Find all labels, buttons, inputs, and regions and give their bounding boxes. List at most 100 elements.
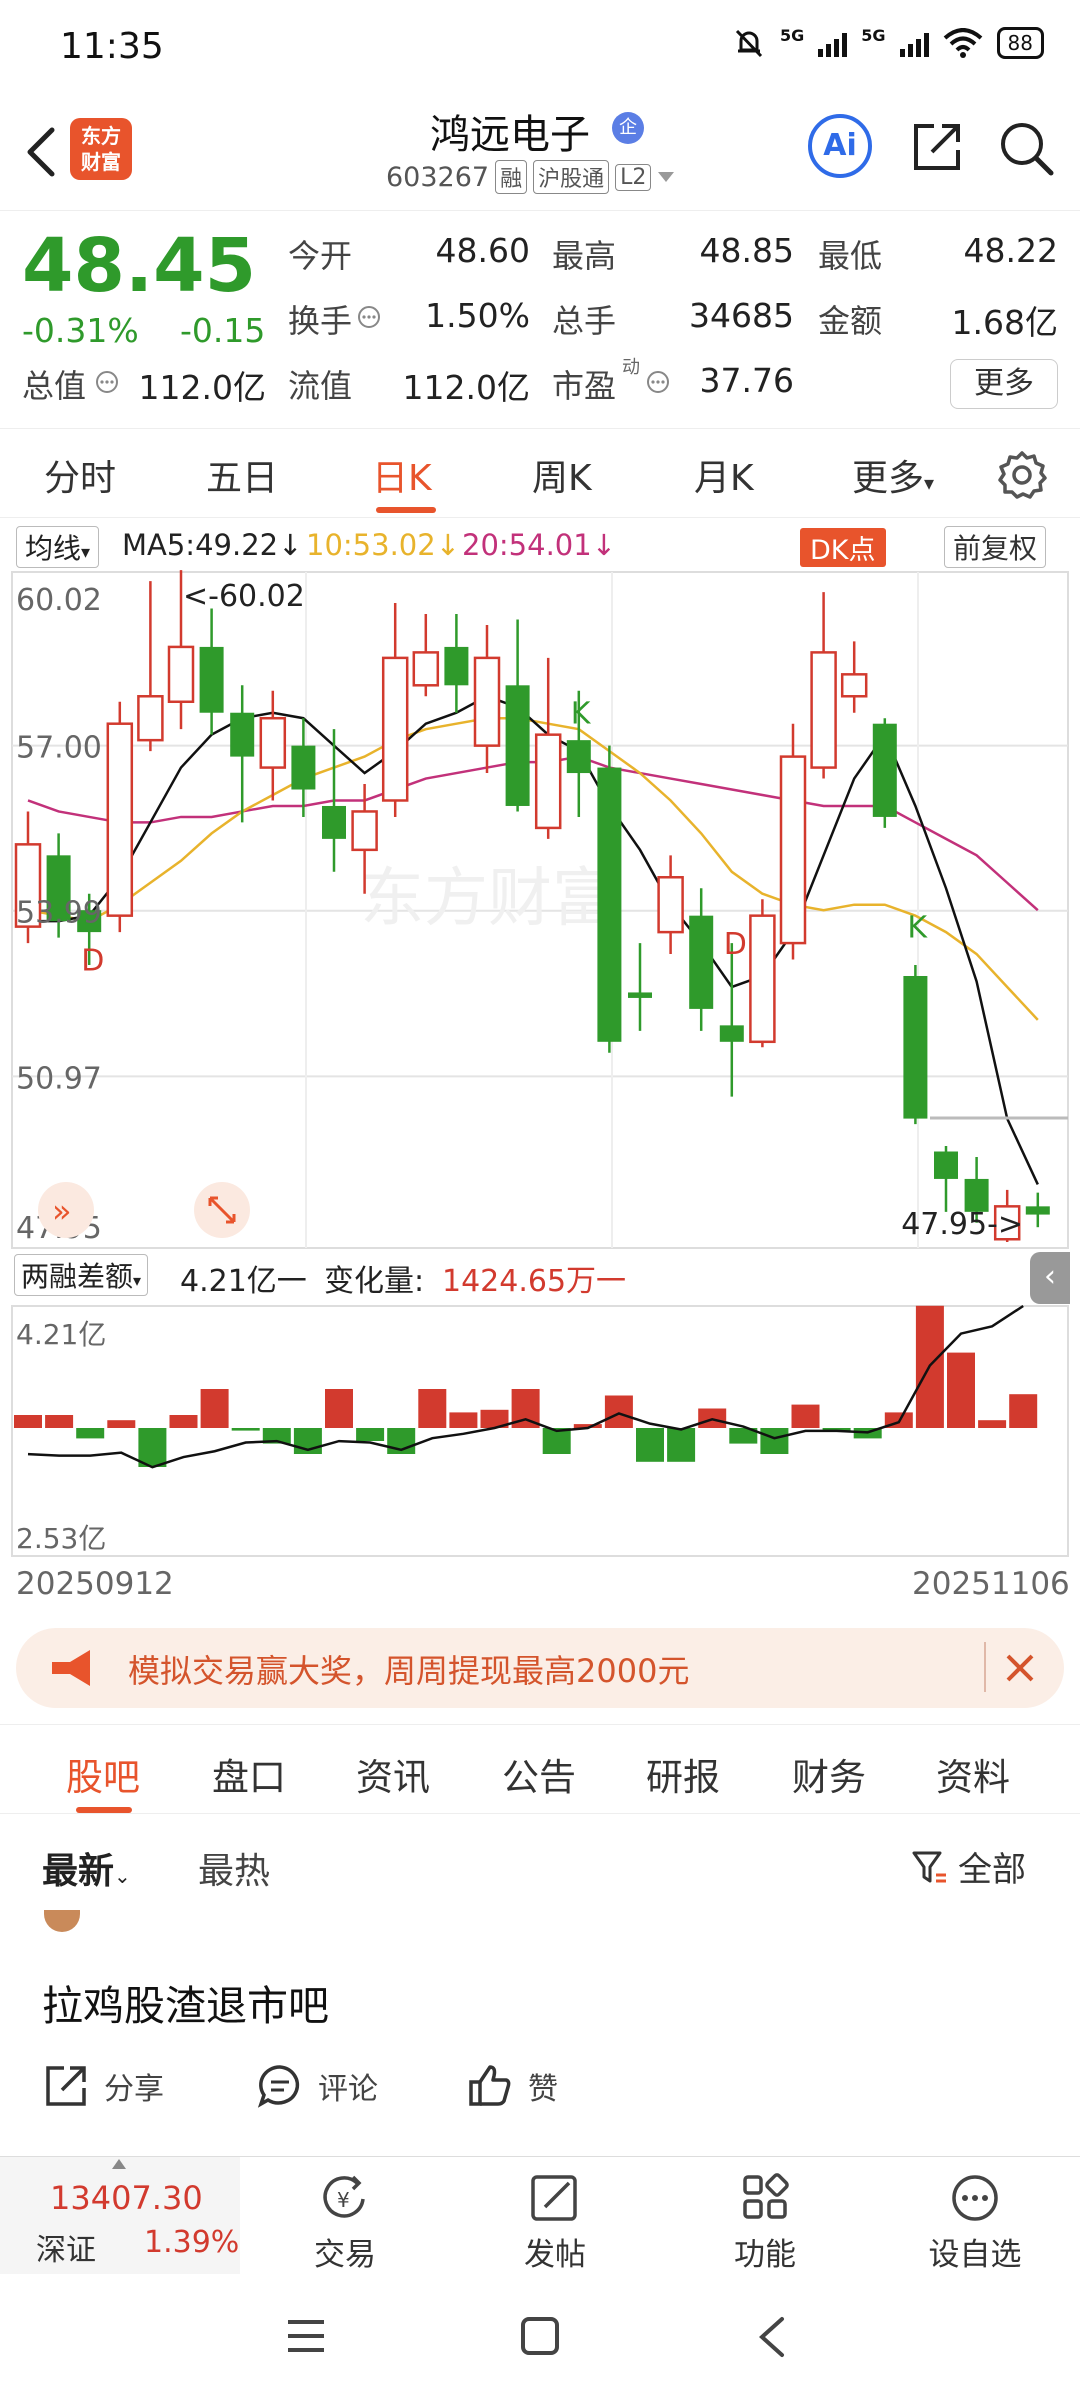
margin-indicator-select[interactable]: 两融差额▾ xyxy=(14,1254,149,1296)
tab-daily-k[interactable]: 日K xyxy=(372,449,432,501)
menu-icon[interactable] xyxy=(286,2318,326,2354)
enterprise-badge: 企 xyxy=(612,112,644,144)
candle-body xyxy=(473,656,501,747)
post-item[interactable]: 拉鸡股渣退市吧 分享 评论 赞 xyxy=(0,1910,1080,2150)
filter-button[interactable]: 全部 xyxy=(910,1842,1026,1891)
margin-y-max: 4.21亿 xyxy=(16,1318,106,1351)
megaphone-icon xyxy=(52,1650,90,1686)
indicator-select[interactable]: 均线▾ xyxy=(16,526,100,568)
ma5-text: MA5:49.22 xyxy=(122,528,279,562)
ma5-label: MA5:49.22↓ xyxy=(122,528,302,562)
ma20-text: 20:54.01 xyxy=(462,528,592,562)
info-icon[interactable] xyxy=(94,369,120,395)
tab-pankou[interactable]: 盘口 xyxy=(212,1747,286,1801)
candle-body xyxy=(106,722,134,917)
tab-more[interactable]: 更多▾ xyxy=(852,449,934,501)
candle-body xyxy=(534,733,562,830)
promo-divider xyxy=(984,1642,986,1692)
candle-body xyxy=(872,723,897,817)
ma10-label: 10:53.02↓ xyxy=(306,528,460,562)
network-label-2: 5G xyxy=(861,26,886,45)
kline-chart[interactable]: 东方财富 60.0257.0053.9950.9747.95<-60.0247.… xyxy=(0,570,1080,1250)
candle-body xyxy=(412,651,440,687)
candle xyxy=(230,685,255,823)
float-label: 流值 xyxy=(288,367,353,405)
tab-five-day[interactable]: 五日 xyxy=(206,449,278,501)
back-icon[interactable] xyxy=(18,122,68,182)
dk-point-button[interactable]: DK点 xyxy=(800,528,886,567)
settings-gear-icon[interactable] xyxy=(996,449,1048,501)
margin-y-min: 2.53亿 xyxy=(16,1522,106,1555)
adjust-mode-button[interactable]: 前复权 xyxy=(944,526,1047,568)
margin-balance-chart[interactable]: 4.21亿 2.53亿 xyxy=(0,1304,1080,1558)
nav-post-label: 发帖 xyxy=(524,2237,586,2273)
stock-subtitle[interactable]: 603267 融 沪股通 L2 xyxy=(386,160,675,194)
margin-tag: 融 xyxy=(495,160,528,194)
volume-label: 总手 xyxy=(552,302,617,340)
arrow-down-icon: ↓ xyxy=(278,528,303,562)
collapse-side-button[interactable]: ‹ xyxy=(1030,1252,1070,1304)
info-icon[interactable] xyxy=(645,369,671,395)
hgt-tag: 沪股通 xyxy=(533,160,610,194)
candle-body xyxy=(840,673,868,698)
tab-guba[interactable]: 股吧 xyxy=(66,1747,140,1801)
nav-trade[interactable]: ¥ 交易 xyxy=(270,2173,420,2274)
margin-bar xyxy=(667,1428,696,1462)
tab-finance[interactable]: 财务 xyxy=(792,1747,866,1801)
candle-body xyxy=(749,914,776,1044)
comment-action[interactable]: 评论 xyxy=(256,2062,378,2110)
tab-weekly-k[interactable]: 周K xyxy=(532,449,592,501)
sort-hot[interactable]: 最热 xyxy=(198,1842,270,1894)
svg-text:¥: ¥ xyxy=(337,2188,350,2212)
home-icon[interactable] xyxy=(520,2316,560,2356)
nav-function[interactable]: 功能 xyxy=(690,2173,840,2274)
promo-text: 模拟交易赢大奖，周周提现最高2000元 xyxy=(128,1652,690,1690)
comment-label: 评论 xyxy=(318,2072,378,2107)
float-value: 112.0亿 xyxy=(402,368,530,407)
candle-body xyxy=(167,645,195,704)
status-time: 11:35 xyxy=(60,26,164,67)
y-tick-label: 60.02 xyxy=(16,583,102,618)
signal-label: K xyxy=(907,911,928,946)
candle-body xyxy=(291,745,316,790)
index-ticker[interactable]: 13407.30 深证 1.39% xyxy=(0,2157,240,2275)
search-icon[interactable] xyxy=(996,118,1056,178)
close-icon[interactable] xyxy=(1002,1650,1038,1686)
margin-bar xyxy=(356,1428,385,1441)
quote-panel: 48.45 -0.31% -0.15 今开 48.60 最高 48.85 最低 … xyxy=(0,210,1080,425)
candle xyxy=(719,943,744,1097)
candle xyxy=(534,657,562,839)
arrow-down-icon: ↓ xyxy=(591,528,617,562)
tab-research[interactable]: 研报 xyxy=(646,1747,720,1801)
promo-banner[interactable]: 模拟交易赢大奖，周周提现最高2000元 xyxy=(16,1628,1064,1708)
turnover-label: 换手 xyxy=(288,302,353,340)
margin-bar xyxy=(14,1415,42,1428)
candle-body xyxy=(689,915,714,1009)
grid-icon xyxy=(743,2173,789,2219)
like-action[interactable]: 赞 xyxy=(466,2062,558,2110)
sort-latest[interactable]: 最新⌄ xyxy=(42,1842,131,1894)
share-icon[interactable] xyxy=(908,118,966,176)
back-nav-icon[interactable] xyxy=(756,2316,786,2358)
margin-select-label: 两融差额 xyxy=(21,1260,134,1293)
tab-monthly-k[interactable]: 月K xyxy=(694,449,754,501)
signal-label: D xyxy=(81,944,104,979)
active-tab-indicator xyxy=(76,1807,132,1813)
share-action[interactable]: 分享 xyxy=(42,2062,164,2110)
tab-announcements[interactable]: 公告 xyxy=(502,1747,576,1801)
app-logo[interactable]: 东方 财富 xyxy=(70,118,132,180)
info-icon[interactable] xyxy=(356,304,382,330)
sort-latest-label: 最新 xyxy=(42,1851,115,1892)
margin-bar xyxy=(138,1428,167,1467)
tab-timeshare[interactable]: 分时 xyxy=(44,449,116,501)
tab-profile[interactable]: 资料 xyxy=(936,1747,1010,1801)
tab-news[interactable]: 资讯 xyxy=(356,1747,430,1801)
nav-post[interactable]: 发帖 xyxy=(480,2173,630,2274)
more-quote-button[interactable]: 更多 xyxy=(950,359,1058,409)
candle xyxy=(657,855,684,955)
x-axis-end: 20251106 xyxy=(912,1566,1070,1602)
margin-frame xyxy=(11,1305,1069,1557)
avatar[interactable] xyxy=(44,1910,80,1932)
ai-button[interactable]: Ai xyxy=(808,114,872,178)
nav-watchlist[interactable]: 设自选 xyxy=(900,2173,1050,2274)
